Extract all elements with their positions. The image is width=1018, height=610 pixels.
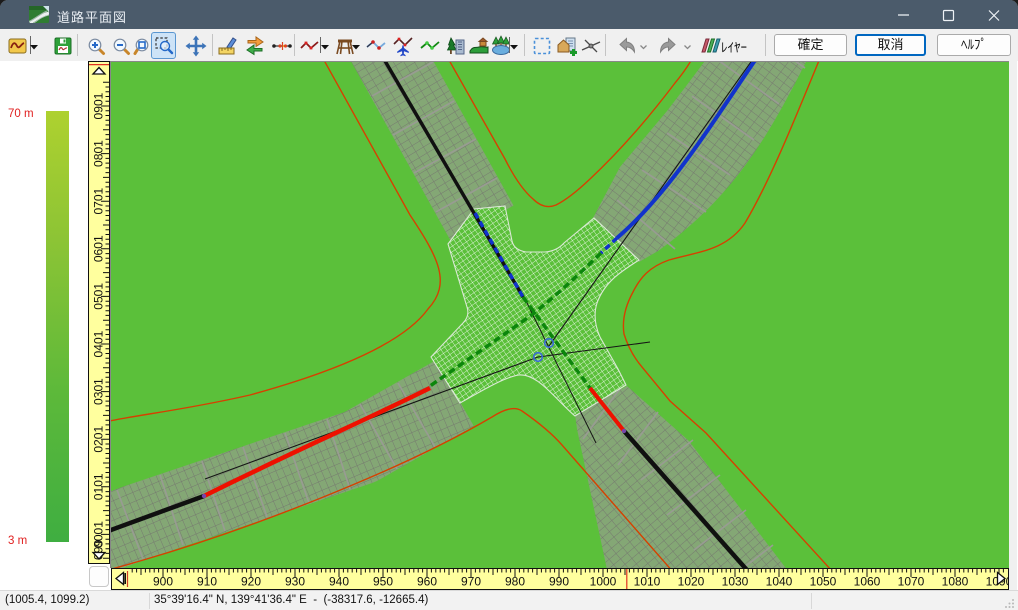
svg-text:910: 910 [197, 575, 217, 589]
svg-text:960: 960 [417, 575, 437, 589]
svg-text:0: 0 [92, 398, 106, 405]
svg-text:1070: 1070 [898, 575, 925, 589]
svg-text:0: 0 [92, 303, 106, 310]
svg-text:1: 1 [92, 378, 106, 385]
svg-text:1: 1 [92, 521, 106, 528]
svg-text:0: 0 [92, 208, 106, 215]
svg-text:0: 0 [92, 289, 106, 296]
svg-text:900: 900 [153, 575, 173, 589]
svg-text:0: 0 [92, 432, 106, 439]
svg-text:1: 1 [92, 235, 106, 242]
svg-text:1000: 1000 [590, 575, 617, 589]
svg-text:0: 0 [92, 350, 106, 357]
svg-text:0: 0 [92, 480, 106, 487]
svg-text:0: 0 [92, 541, 106, 548]
svg-text:930: 930 [285, 575, 305, 589]
svg-text:980: 980 [505, 575, 525, 589]
svg-text:1050: 1050 [810, 575, 837, 589]
svg-text:0: 0 [92, 242, 106, 249]
svg-text:1040: 1040 [766, 575, 793, 589]
svg-text:0: 0 [92, 112, 106, 119]
svg-text:0: 0 [92, 147, 106, 154]
svg-text:1: 1 [92, 92, 106, 99]
svg-text:1060: 1060 [854, 575, 881, 589]
svg-text:990: 990 [549, 575, 569, 589]
svg-text:7: 7 [92, 201, 106, 208]
svg-text:1: 1 [92, 283, 106, 290]
svg-text:0: 0 [92, 446, 106, 453]
svg-text:1: 1 [92, 486, 106, 493]
svg-text:940: 940 [329, 575, 349, 589]
svg-text:0: 0 [92, 194, 106, 201]
svg-text:0: 0 [92, 337, 106, 344]
svg-text:1010: 1010 [634, 575, 661, 589]
svg-text:1020: 1020 [678, 575, 705, 589]
svg-text:9: 9 [92, 106, 106, 113]
svg-text:1080: 1080 [942, 575, 969, 589]
svg-text:4: 4 [92, 344, 106, 351]
svg-text:1: 1 [92, 187, 106, 194]
svg-text:1: 1 [92, 473, 106, 480]
svg-text:1: 1 [92, 426, 106, 433]
svg-text:920: 920 [241, 575, 261, 589]
svg-text:2: 2 [92, 439, 106, 446]
svg-text:950: 950 [373, 575, 393, 589]
svg-text:970: 970 [461, 575, 481, 589]
svg-text:0: 0 [92, 99, 106, 106]
svg-text:1: 1 [92, 330, 106, 337]
svg-text:0: 0 [92, 493, 106, 500]
svg-text:0: 0 [92, 160, 106, 167]
svg-text:0: 0 [92, 527, 106, 534]
svg-text:1030: 1030 [722, 575, 749, 589]
svg-text:0: 0 [92, 255, 106, 262]
svg-text:0: 0 [92, 385, 106, 392]
svg-text:5: 5 [92, 296, 106, 303]
svg-text:1: 1 [92, 140, 106, 147]
svg-text:3: 3 [92, 391, 106, 398]
svg-text:6: 6 [92, 248, 106, 255]
svg-text:8: 8 [92, 153, 106, 160]
svg-text:0: 0 [92, 534, 106, 541]
